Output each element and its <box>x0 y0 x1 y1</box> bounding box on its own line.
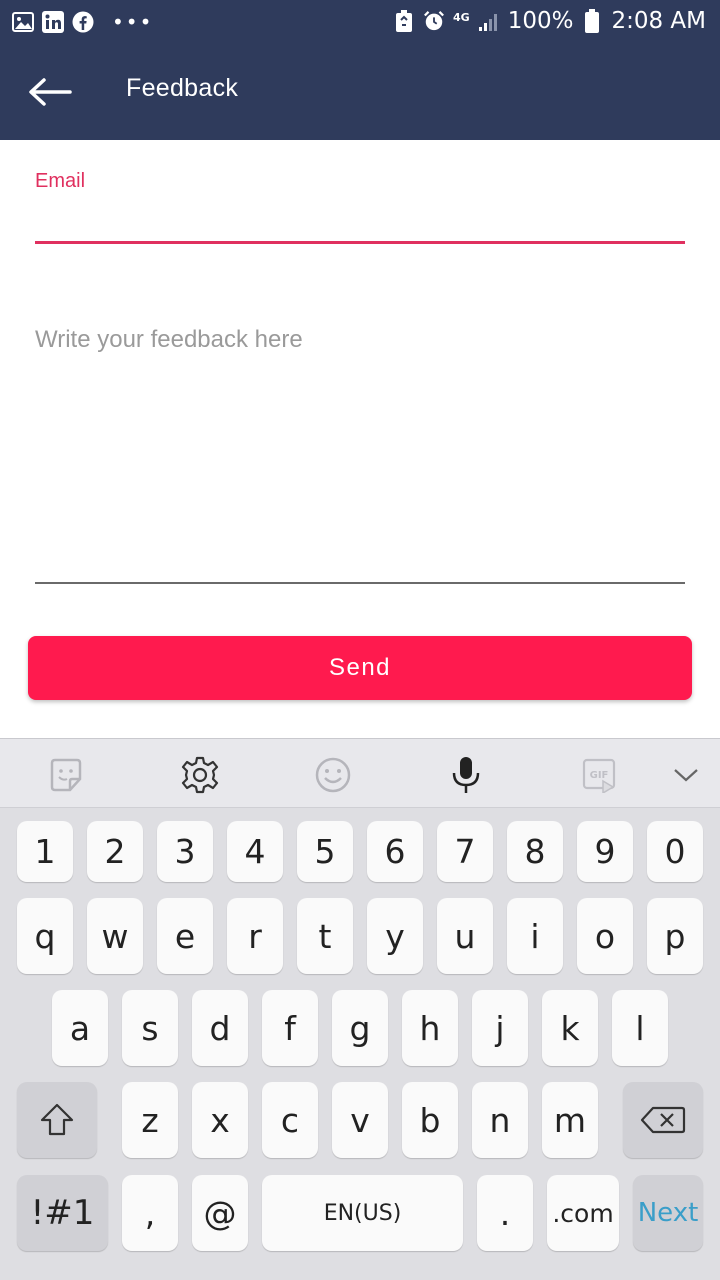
microphone-icon <box>452 757 480 793</box>
battery-icon <box>581 9 603 33</box>
key-m[interactable]: m <box>542 1082 598 1158</box>
keyboard: 1 2 3 4 5 6 7 8 9 0 q w e r t y u i o p … <box>0 808 720 1280</box>
key-e[interactable]: e <box>157 898 213 974</box>
key-9[interactable]: 9 <box>577 821 633 882</box>
status-bar: ••• 4G 100% 2:08 AM <box>0 0 720 44</box>
clock: 2:08 AM <box>611 8 706 34</box>
key-c[interactable]: c <box>262 1082 318 1158</box>
key-3[interactable]: 3 <box>157 821 213 882</box>
microphone-button[interactable] <box>444 753 488 797</box>
key-v[interactable]: v <box>332 1082 388 1158</box>
battery-percent: 100% <box>507 8 574 34</box>
page-title: Feedback <box>126 74 239 102</box>
key-w[interactable]: w <box>87 898 143 974</box>
key-b[interactable]: b <box>402 1082 458 1158</box>
backspace-icon <box>640 1106 686 1134</box>
key-2[interactable]: 2 <box>87 821 143 882</box>
feedback-textarea[interactable] <box>35 322 685 584</box>
status-right: 4G 100% 2:08 AM <box>393 6 706 36</box>
key-0[interactable]: 0 <box>647 821 703 882</box>
key-o[interactable]: o <box>577 898 633 974</box>
at-key[interactable]: @ <box>192 1175 248 1251</box>
key-x[interactable]: x <box>192 1082 248 1158</box>
key-d[interactable]: d <box>192 990 248 1066</box>
email-label: Email <box>35 170 86 192</box>
signal-icon <box>478 10 500 32</box>
status-left: ••• <box>12 8 153 36</box>
key-5[interactable]: 5 <box>297 821 353 882</box>
header: ••• 4G 100% 2:08 AM Feedback <box>0 0 720 140</box>
key-7[interactable]: 7 <box>437 821 493 882</box>
key-i[interactable]: i <box>507 898 563 974</box>
period-key[interactable]: . <box>477 1175 533 1251</box>
send-button[interactable]: Send <box>28 636 692 700</box>
key-h[interactable]: h <box>402 990 458 1066</box>
key-1[interactable]: 1 <box>17 821 73 882</box>
gif-button[interactable]: GIF <box>578 753 622 797</box>
sticker-icon <box>50 758 82 792</box>
hide-keyboard-button[interactable] <box>664 753 708 797</box>
settings-icon <box>181 756 219 794</box>
key-u[interactable]: u <box>437 898 493 974</box>
app-bar: Feedback <box>0 44 720 140</box>
key-4[interactable]: 4 <box>227 821 283 882</box>
chevron-down-icon <box>674 769 698 782</box>
keyboard-toolbar: GIF <box>0 738 720 808</box>
network-4g-icon: 4G <box>453 10 470 24</box>
key-f[interactable]: f <box>262 990 318 1066</box>
key-k[interactable]: k <box>542 990 598 1066</box>
key-z[interactable]: z <box>122 1082 178 1158</box>
gallery-icon <box>12 11 34 33</box>
arrow-left-icon <box>29 78 72 106</box>
key-g[interactable]: g <box>332 990 388 1066</box>
feedback-screen: ••• 4G 100% 2:08 AM Feedback Email Write… <box>0 0 720 1280</box>
key-j[interactable]: j <box>472 990 528 1066</box>
emoji-button[interactable] <box>311 753 355 797</box>
alarm-icon <box>423 10 445 32</box>
key-6[interactable]: 6 <box>367 821 423 882</box>
dotcom-key[interactable]: .com <box>547 1175 619 1251</box>
emoji-icon <box>315 757 351 793</box>
key-l[interactable]: l <box>612 990 668 1066</box>
key-a[interactable]: a <box>52 990 108 1066</box>
sticker-button[interactable] <box>44 753 88 797</box>
next-key[interactable]: Next <box>633 1175 703 1251</box>
battery-saver-icon <box>393 10 415 32</box>
settings-button[interactable] <box>178 753 222 797</box>
backspace-key[interactable] <box>623 1082 703 1158</box>
space-key[interactable]: EN(US) <box>262 1175 463 1251</box>
key-q[interactable]: q <box>17 898 73 974</box>
symbols-key[interactable]: !#1 <box>17 1175 108 1251</box>
key-r[interactable]: r <box>227 898 283 974</box>
more-dots-icon: ••• <box>112 10 154 34</box>
key-t[interactable]: t <box>297 898 353 974</box>
key-n[interactable]: n <box>472 1082 528 1158</box>
svg-text:GIF: GIF <box>590 770 609 781</box>
shift-key[interactable] <box>17 1082 97 1158</box>
linkedin-icon <box>42 11 64 33</box>
key-s[interactable]: s <box>122 990 178 1066</box>
key-p[interactable]: p <box>647 898 703 974</box>
key-8[interactable]: 8 <box>507 821 563 882</box>
gif-icon: GIF <box>582 758 616 793</box>
facebook-icon <box>72 11 94 33</box>
shift-icon <box>40 1103 74 1136</box>
back-button[interactable] <box>26 72 74 112</box>
comma-key[interactable]: , <box>122 1175 178 1251</box>
key-y[interactable]: y <box>367 898 423 974</box>
email-field[interactable] <box>35 198 685 244</box>
